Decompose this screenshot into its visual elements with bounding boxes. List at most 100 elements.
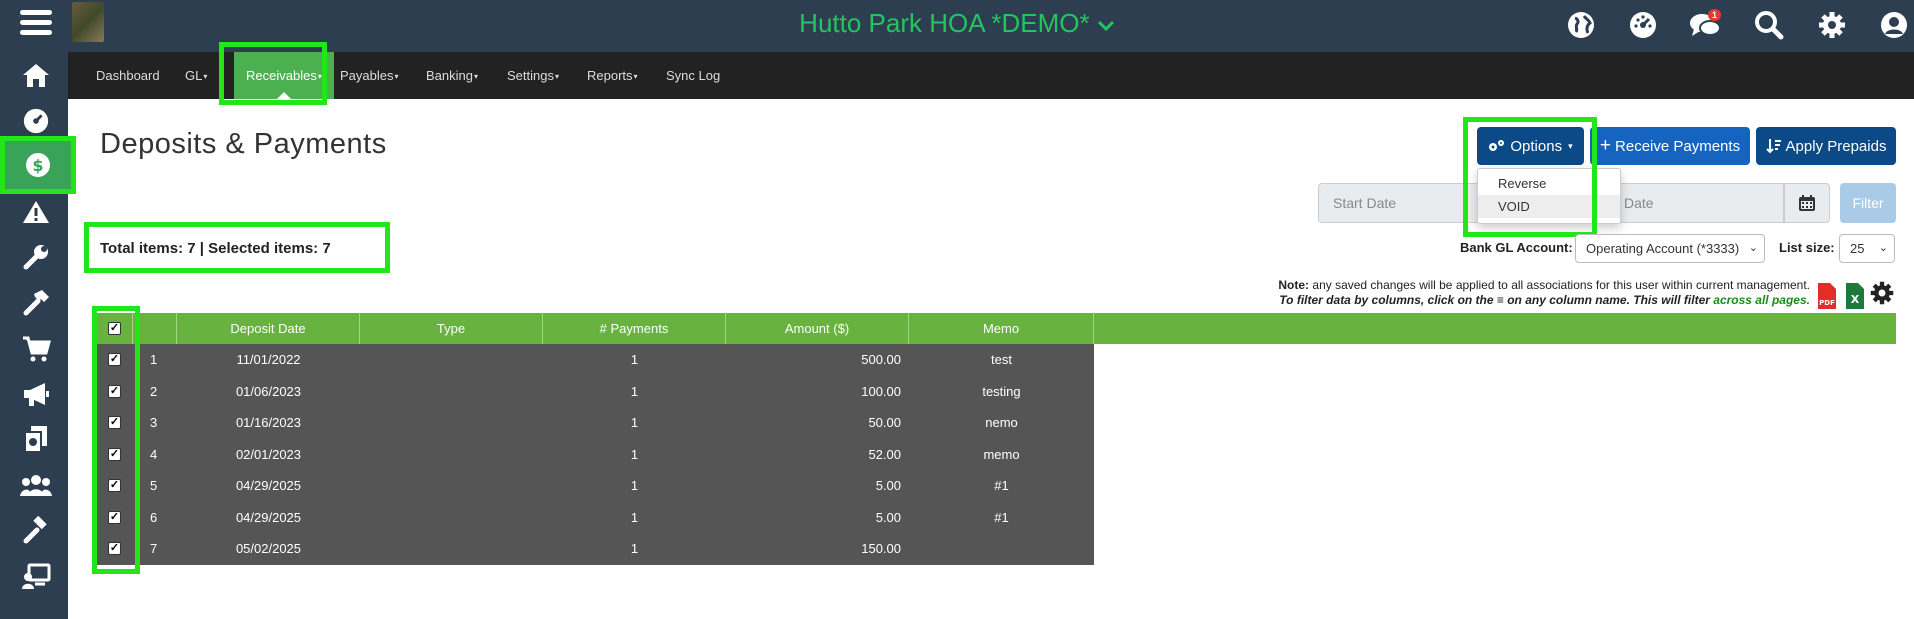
- nav-reports[interactable]: Reports▾: [587, 52, 638, 99]
- deposit-date-cell: 04/29/2025: [235, 478, 302, 493]
- menu-item-reverse[interactable]: Reverse: [1478, 172, 1620, 195]
- association-name[interactable]: Hutto Park HOA *DEMO*: [799, 8, 1089, 38]
- page-title: Deposits & Payments: [100, 128, 387, 160]
- table-header: ✓ Deposit Date Type # Payments Amount ($…: [96, 313, 1896, 344]
- row-checkbox[interactable]: ✓: [108, 353, 121, 366]
- home-icon[interactable]: [17, 56, 55, 94]
- row-checkbox[interactable]: ✓: [108, 479, 121, 492]
- row-checkbox[interactable]: ✓: [108, 510, 121, 524]
- type-cell: [360, 376, 543, 408]
- nav-dashboard[interactable]: Dashboard: [96, 52, 160, 99]
- row-checkbox[interactable]: ✓: [108, 416, 121, 429]
- row-number: 7: [150, 541, 158, 556]
- table-row[interactable]: ✓ 3 01/16/2023 1 50.00 nemo: [96, 407, 1094, 439]
- wrench-icon[interactable]: [17, 238, 55, 276]
- memo-cell: [909, 533, 1094, 565]
- menu-item-void[interactable]: VOID: [1478, 195, 1620, 218]
- memo-cell: testing: [982, 383, 1021, 399]
- nav-sync-log[interactable]: Sync Log: [666, 52, 720, 99]
- gears-icon: [1489, 140, 1505, 151]
- row-number: 6: [150, 509, 158, 525]
- pdf-export-icon[interactable]: PDF: [1816, 282, 1838, 315]
- apply-prepaids-button[interactable]: Apply Prepaids: [1756, 127, 1896, 165]
- top-bar: Hutto Park HOA *DEMO* 1: [0, 0, 1914, 52]
- gavel-icon[interactable]: [17, 511, 55, 549]
- list-size-select[interactable]: 25 ⌄: [1839, 234, 1895, 263]
- documents-icon[interactable]: [17, 420, 55, 458]
- select-all-checkbox[interactable]: ✓: [108, 322, 121, 335]
- notification-badge: 1: [1708, 9, 1722, 21]
- sidebar: $: [0, 52, 76, 619]
- hammer-icon[interactable]: [17, 283, 55, 321]
- note-text: Note: any saved changes will be applied …: [1278, 278, 1810, 307]
- row-number: 5: [150, 478, 158, 493]
- warning-icon[interactable]: [17, 193, 55, 231]
- table-settings-gear-icon[interactable]: [1869, 280, 1895, 311]
- start-date-input[interactable]: Start Date: [1318, 183, 1478, 223]
- table-row[interactable]: ✓ 4 02/01/2023 1 52.00 memo: [96, 439, 1094, 471]
- dashboard-gauge-icon[interactable]: [1626, 8, 1660, 42]
- hamburger-menu-icon[interactable]: [20, 10, 52, 40]
- row-number: 2: [150, 383, 158, 399]
- memo-cell: nemo: [985, 415, 1018, 430]
- row-number: 4: [150, 446, 158, 462]
- user-icon[interactable]: [1877, 8, 1911, 42]
- column-header-deposit-date[interactable]: Deposit Date: [177, 313, 360, 344]
- end-date-input[interactable]: Date: [1608, 183, 1784, 223]
- column-header-memo[interactable]: Memo: [909, 313, 1094, 344]
- nav-receivables[interactable]: Receivables▾: [234, 52, 334, 99]
- nav-settings[interactable]: Settings▾: [507, 52, 559, 99]
- row-number-header: [133, 313, 177, 344]
- amount-cell: 5.00: [875, 478, 901, 493]
- globe-icon[interactable]: [1564, 8, 1598, 42]
- association-avatar[interactable]: [72, 2, 104, 42]
- amount-cell: 52.00: [868, 446, 901, 462]
- memo-cell: memo: [983, 446, 1020, 462]
- options-dropdown-menu: Reverse VOID: [1477, 168, 1621, 224]
- megaphone-icon[interactable]: [17, 375, 55, 413]
- excel-export-icon[interactable]: X: [1845, 282, 1865, 315]
- chevron-down-icon[interactable]: [1097, 8, 1115, 38]
- memo-cell: #1: [994, 509, 1009, 525]
- table-row[interactable]: ✓ 7 05/02/2025 1 150.00: [96, 533, 1094, 565]
- column-header-payments[interactable]: # Payments: [543, 313, 726, 344]
- table-row[interactable]: ✓ 1 11/01/2022 1 500.00 test: [96, 344, 1094, 376]
- payments-cell: 1: [630, 415, 639, 430]
- search-icon[interactable]: [1752, 8, 1786, 42]
- dollar-icon[interactable]: $: [0, 136, 76, 194]
- memo-cell: #1: [994, 478, 1009, 493]
- svg-text:$: $: [32, 156, 43, 175]
- presentation-icon[interactable]: [17, 557, 55, 595]
- row-checkbox[interactable]: ✓: [108, 447, 121, 461]
- column-header-type[interactable]: Type: [360, 313, 543, 344]
- amount-cell: 5.00: [875, 509, 901, 525]
- payments-cell: 1: [630, 352, 639, 367]
- nav-payables[interactable]: Payables▾: [340, 52, 399, 99]
- plus-icon: +: [1599, 135, 1612, 156]
- people-icon[interactable]: [17, 466, 55, 504]
- table-row[interactable]: ✓ 5 04/29/2025 1 5.00 #1: [96, 470, 1094, 502]
- memo-cell: test: [991, 352, 1012, 367]
- table-row[interactable]: ✓ 2 01/06/2023 1 100.00 testing: [96, 376, 1094, 408]
- gear-icon[interactable]: [1815, 8, 1849, 42]
- calendar-icon[interactable]: [1784, 183, 1830, 223]
- payments-cell: 1: [630, 446, 639, 462]
- row-checkbox[interactable]: ✓: [108, 542, 121, 555]
- receive-payments-button[interactable]: + Receive Payments: [1590, 127, 1750, 165]
- deposit-date-cell: 01/06/2023: [235, 383, 302, 399]
- filter-button[interactable]: Filter: [1840, 183, 1896, 223]
- payments-cell: 1: [630, 383, 639, 399]
- options-button[interactable]: Options ▾: [1477, 127, 1584, 165]
- amount-cell: 100.00: [861, 383, 901, 399]
- nav-banking[interactable]: Banking▾: [426, 52, 478, 99]
- cart-icon[interactable]: [17, 330, 55, 368]
- row-checkbox[interactable]: ✓: [108, 384, 121, 398]
- table-row[interactable]: ✓ 6 04/29/2025 1 5.00 #1: [96, 502, 1094, 534]
- svg-text:X: X: [1851, 293, 1860, 306]
- gauge-icon[interactable]: [17, 102, 55, 140]
- nav-gl[interactable]: GL▾: [185, 52, 207, 99]
- type-cell: [360, 533, 543, 565]
- column-header-amount[interactable]: Amount ($): [726, 313, 909, 344]
- chat-icon[interactable]: 1: [1688, 8, 1722, 42]
- bank-gl-select[interactable]: Operating Account (*3333) ⌄: [1575, 234, 1765, 263]
